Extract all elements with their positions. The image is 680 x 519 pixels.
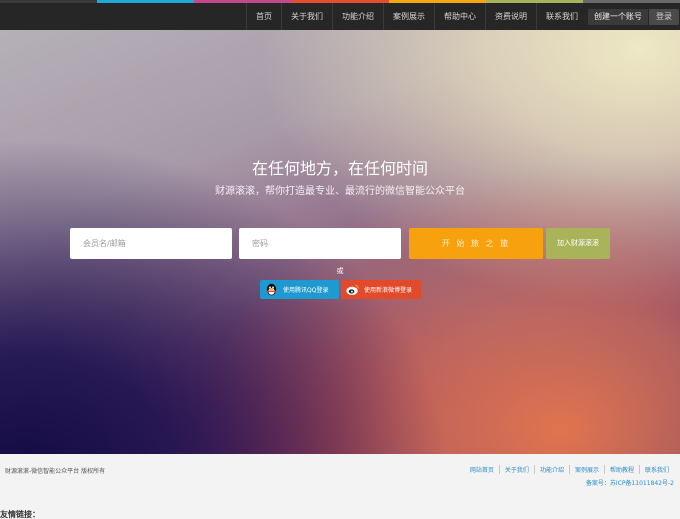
username-input[interactable] [70, 228, 232, 259]
nav-item-about[interactable]: 关于我们 [281, 3, 332, 30]
footer-link-about[interactable]: 关于我们 [498, 465, 534, 474]
nav-item-pricing[interactable]: 资费说明 [485, 3, 536, 30]
friend-links-heading: 友情链接： [0, 510, 40, 519]
hero-banner: 在任何地方，在任何时间 财源滚滚，帮你打造最专业、最流行的微信智能公众平台 开 … [0, 30, 680, 454]
create-account-button[interactable]: 创建一个账号 [588, 9, 648, 25]
weibo-login-label: 使用新浪微博登录 [364, 287, 413, 294]
hero-subtitle: 财源滚滚，帮你打造最专业、最流行的微信智能公众平台 [215, 186, 465, 197]
copyright-text: 财源滚滚-微信智能公众平台 版权所有 [5, 468, 106, 475]
top-navigation-bar: 首页 关于我们 功能介绍 案例展示 帮助中心 资费说明 联系我们 创建一个账号 … [0, 3, 680, 30]
main-menu: 首页 关于我们 功能介绍 案例展示 帮助中心 资费说明 联系我们 [246, 3, 587, 30]
nav-item-contact[interactable]: 联系我们 [536, 3, 587, 30]
account-actions: 创建一个账号 登录 [588, 9, 679, 25]
login-button[interactable]: 登录 [649, 9, 679, 25]
nav-item-home[interactable]: 首页 [246, 3, 281, 30]
nav-item-help[interactable]: 帮助中心 [434, 3, 485, 30]
nav-item-cases[interactable]: 案例展示 [383, 3, 434, 30]
qq-penguin-icon [266, 283, 277, 296]
qq-login-label: 使用腾讯QQ登录 [283, 287, 329, 294]
footer-link-tutorials[interactable]: 帮助教程 [603, 465, 639, 474]
weibo-icon [346, 284, 359, 296]
footer-link-features[interactable]: 功能介绍 [533, 465, 569, 474]
footer: 财源滚滚-微信智能公众平台 版权所有 网站首页 关于我们 功能介绍 案例展示 帮… [0, 454, 680, 519]
footer-link-cases[interactable]: 案例展示 [568, 465, 604, 474]
or-separator: 或 [336, 267, 344, 275]
password-input[interactable] [239, 228, 401, 259]
hero-title: 在任何地方，在任何时间 [251, 159, 428, 178]
start-button[interactable]: 开 始 旅 之 旅 [409, 228, 543, 259]
footer-link-home[interactable]: 网站首页 [465, 465, 499, 474]
weibo-login-button[interactable]: 使用新浪微博登录 [341, 280, 421, 299]
join-button[interactable]: 加入财源滚滚 [546, 228, 610, 259]
footer-link-contact[interactable]: 联系我们 [638, 465, 674, 474]
qq-login-button[interactable]: 使用腾讯QQ登录 [260, 280, 339, 299]
icp-record-link[interactable]: 备案号：苏ICP备11011842号-2 [586, 478, 674, 487]
nav-item-features[interactable]: 功能介绍 [332, 3, 383, 30]
footer-links: 网站首页 关于我们 功能介绍 案例展示 帮助教程 联系我们 [465, 465, 674, 474]
